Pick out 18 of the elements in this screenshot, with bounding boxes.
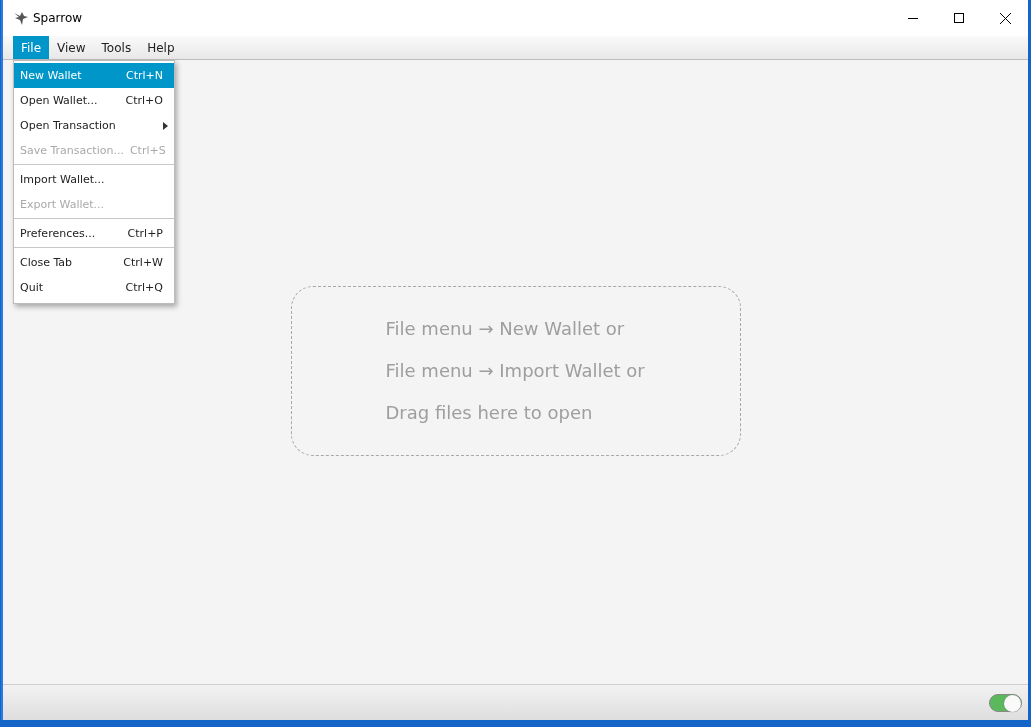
- drop-hint-text: File menu → Import Wallet or: [385, 359, 646, 383]
- window-title: Sparrow: [33, 11, 83, 25]
- submenu-arrow-icon: [163, 121, 168, 130]
- menu-item[interactable]: Open Wallet... Ctrl+O: [14, 88, 174, 113]
- drop-hint-text: File menu → New Wallet or: [385, 317, 626, 341]
- menu-item[interactable]: Open Transaction: [14, 113, 174, 138]
- sparrow-logo-icon: [13, 10, 29, 26]
- maximize-icon: [954, 13, 964, 23]
- menu-item[interactable]: Quit Ctrl+Q: [14, 275, 174, 300]
- menu-item[interactable]: Preferences... Ctrl+P: [14, 221, 174, 246]
- close-icon: [999, 12, 1011, 24]
- menu-item[interactable]: Close Tab Ctrl+W: [14, 250, 174, 275]
- menu-title[interactable]: Tools: [93, 36, 140, 59]
- toggle-switch[interactable]: [989, 693, 1022, 712]
- menu-title[interactable]: View: [49, 36, 94, 59]
- menu-title[interactable]: Help: [139, 36, 183, 59]
- drop-hint-text: Drag files here to open: [385, 401, 594, 425]
- menu-item[interactable]: Import Wallet...: [14, 167, 174, 192]
